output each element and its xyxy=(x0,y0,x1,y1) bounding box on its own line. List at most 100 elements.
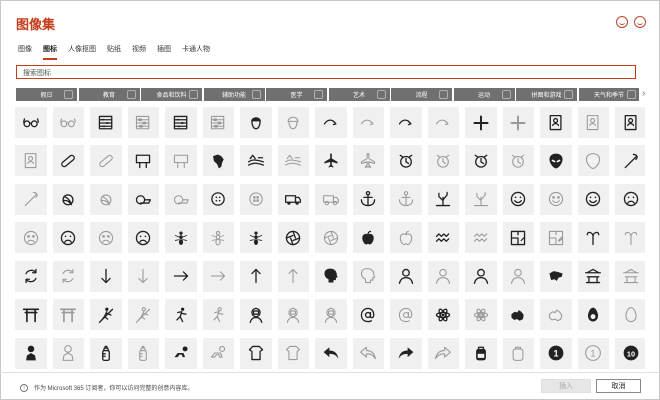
icon-tile-australia-outline[interactable] xyxy=(540,299,572,331)
tab-cutout-people[interactable]: 人像抠图 xyxy=(68,44,96,60)
icon-tile-alarm-clock-outline[interactable] xyxy=(427,145,459,177)
icon-tile-farm[interactable] xyxy=(240,145,272,177)
icon-tile-forward-arrow-outline[interactable] xyxy=(427,337,459,369)
category-chip-puzzles[interactable]: 拼图和游戏 xyxy=(516,88,577,101)
icon-tile-aperture-outline[interactable] xyxy=(315,222,347,254)
insert-button[interactable]: 插入 xyxy=(541,379,591,393)
icon-tile-astronaut-outline[interactable] xyxy=(277,299,309,331)
icon-tile-alien[interactable] xyxy=(540,145,572,177)
frown-feedback-icon[interactable] xyxy=(634,16,646,28)
tab-cartoon-people[interactable]: 卡通人物 xyxy=(182,44,210,60)
icon-tile-farm-outline[interactable] xyxy=(277,145,309,177)
icon-tile-aries-outline[interactable] xyxy=(615,222,645,254)
category-chip-weather[interactable]: 天气和季节 xyxy=(578,88,639,101)
smile-feedback-icon[interactable] xyxy=(616,16,628,28)
icon-tile-head-profile-outline[interactable] xyxy=(352,260,384,292)
icon-tile-ant[interactable] xyxy=(165,222,197,254)
icon-tile-climber-outline[interactable] xyxy=(127,299,159,331)
cancel-button[interactable]: 取消 xyxy=(596,379,641,393)
icon-tile-arrow-curve-left[interactable] xyxy=(390,107,422,138)
icon-tile-glasses-3d[interactable] xyxy=(15,107,47,138)
icon-tile-crawling-baby-outline[interactable] xyxy=(202,337,234,369)
icon-tile-sad-face[interactable] xyxy=(52,222,84,254)
icon-tile-atom[interactable] xyxy=(427,299,459,331)
category-chip-art[interactable]: 艺术 xyxy=(328,88,390,101)
icon-tile-africa[interactable] xyxy=(202,145,234,177)
icon-tile-arrow-curve-right[interactable] xyxy=(315,107,347,138)
icon-tile-tape-measure-outline[interactable] xyxy=(165,183,197,215)
tab-illustrations[interactable]: 插图 xyxy=(157,44,171,60)
icon-tile-glasses-3d-outline[interactable] xyxy=(52,107,84,138)
icon-tile-head-profile[interactable] xyxy=(315,260,347,292)
category-chip-process[interactable]: 流程 xyxy=(391,88,452,101)
icon-tile-frown-face[interactable] xyxy=(127,222,159,254)
icon-tile-aperture[interactable] xyxy=(277,222,309,254)
icon-tile-anchor-outline[interactable] xyxy=(390,183,422,215)
icon-tile-arrow-curve-right-outline[interactable] xyxy=(352,107,384,138)
icon-tile-plus-outline[interactable] xyxy=(502,107,534,138)
icon-tile-apple-outline[interactable] xyxy=(390,222,422,254)
icon-tile-torii-outline[interactable] xyxy=(52,299,84,331)
icon-tile-arrow-right[interactable] xyxy=(165,260,197,292)
icon-tile-arrow-up[interactable] xyxy=(240,260,272,292)
icon-tile-apple[interactable] xyxy=(352,222,384,254)
icon-tile-happy-face[interactable] xyxy=(577,183,609,215)
icon-tile-at-sign-outline[interactable] xyxy=(390,299,422,331)
category-chip-food[interactable]: 食品和饮料 xyxy=(141,88,202,101)
icon-tile-angry-face[interactable] xyxy=(615,183,645,215)
icon-tile-astronomer[interactable] xyxy=(465,260,497,292)
icon-tile-avocado-outline[interactable] xyxy=(615,299,645,331)
icon-tile-coral[interactable] xyxy=(427,183,459,215)
category-chip-accessibility[interactable]: 辅助功能 xyxy=(203,88,265,101)
icon-tile-ambulance[interactable] xyxy=(277,183,309,215)
icon-tile-airplane-outline[interactable] xyxy=(352,145,384,177)
icon-tile-alarm-clock[interactable] xyxy=(390,145,422,177)
icon-tile-coral-outline[interactable] xyxy=(465,183,497,215)
icon-tile-yarn-outline[interactable] xyxy=(90,183,122,215)
icon-tile-baby[interactable] xyxy=(15,337,47,369)
icon-tile-astronaut[interactable] xyxy=(240,299,272,331)
icon-tile-abacus[interactable] xyxy=(90,107,122,138)
icon-tile-pagoda-outline[interactable] xyxy=(615,260,645,292)
icon-tile-baby-onesie-outline[interactable] xyxy=(277,337,309,369)
icon-tile-crawling-baby[interactable] xyxy=(165,337,197,369)
icon-tile-architecture-plan-outline[interactable] xyxy=(540,222,572,254)
icon-tile-astronaut-light[interactable] xyxy=(315,299,347,331)
icon-tile-number-one[interactable]: 1 xyxy=(540,337,572,369)
icon-tile-backpack-outline[interactable] xyxy=(502,337,534,369)
icon-tile-alien-outline[interactable] xyxy=(577,145,609,177)
category-chip-education[interactable]: 教育 xyxy=(78,88,140,101)
icon-tile-address-book-outline[interactable] xyxy=(577,107,609,138)
icon-tile-ambulance-outline[interactable] xyxy=(315,183,347,215)
tab-stickers[interactable]: 贴纸 xyxy=(107,44,121,60)
icon-tile-aquarius[interactable] xyxy=(427,222,459,254)
icon-tile-billboard[interactable] xyxy=(127,145,159,177)
icon-tile-tape-measure[interactable] xyxy=(127,183,159,215)
icon-tile-plus[interactable] xyxy=(465,107,497,138)
icon-tile-arrow-down-outline[interactable] xyxy=(127,260,159,292)
icon-tile-reply-arrow-outline[interactable] xyxy=(352,337,384,369)
icon-tile-address-book[interactable] xyxy=(540,107,572,138)
icon-tile-alarm-ringing[interactable] xyxy=(465,145,497,177)
icon-tile-arrow-right-outline[interactable] xyxy=(202,260,234,292)
icon-tile-arrow-curve-left-outline[interactable] xyxy=(427,107,459,138)
icon-tile-baby-onesie[interactable] xyxy=(240,337,272,369)
tab-videos[interactable]: 视频 xyxy=(132,44,146,60)
icon-tile-needle-thread[interactable] xyxy=(615,145,645,177)
icon-tile-architecture-plan[interactable] xyxy=(502,222,534,254)
icon-tile-arrow-down[interactable] xyxy=(90,260,122,292)
icon-tile-angry-face-outline[interactable] xyxy=(15,222,47,254)
icon-tile-reply-arrow[interactable] xyxy=(315,337,347,369)
icon-tile-backpack[interactable] xyxy=(465,337,497,369)
icon-tile-angel-face[interactable] xyxy=(502,183,534,215)
icon-tile-asia[interactable] xyxy=(540,260,572,292)
icon-tile-smile-outline[interactable] xyxy=(540,183,572,215)
category-chip-medical[interactable]: 医学 xyxy=(266,88,327,101)
icon-tile-refresh-arrows[interactable] xyxy=(15,260,47,292)
search-input[interactable]: 搜索图标 xyxy=(16,65,636,79)
icon-tile-baby-outline[interactable] xyxy=(52,337,84,369)
icon-tile-aries[interactable] xyxy=(577,222,609,254)
icon-tile-bandage[interactable] xyxy=(52,145,84,177)
icon-tile-alarm-ringing-outline[interactable] xyxy=(502,145,534,177)
icon-tile-atom-outline[interactable] xyxy=(465,299,497,331)
